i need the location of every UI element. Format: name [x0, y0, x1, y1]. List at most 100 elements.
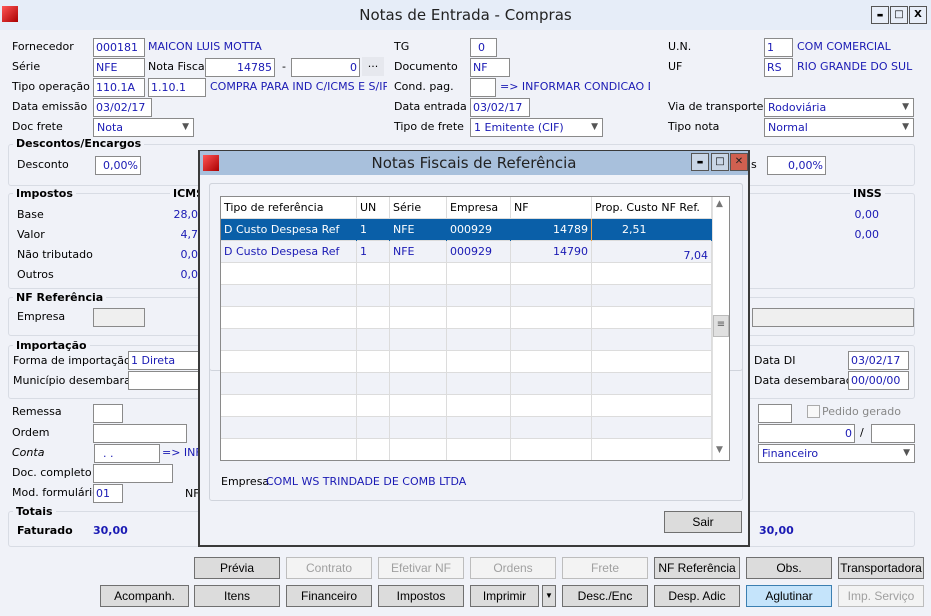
financeiro-select[interactable]: Financeiro ▼ — [758, 444, 915, 463]
un-input[interactable]: 1 — [764, 38, 793, 57]
conta-input[interactable]: . . — [94, 444, 160, 463]
col-prop-custo[interactable]: Prop. Custo NF Ref. — [592, 197, 712, 219]
ordem-input[interactable] — [93, 424, 187, 443]
col-nf[interactable]: NF — [511, 197, 592, 219]
data-di-input[interactable]: 03/02/17 — [848, 351, 909, 370]
uf-input[interactable]: RS — [764, 58, 793, 77]
cfop-input[interactable]: 1.10.1 — [148, 78, 206, 97]
tipo-operacao-input[interactable]: 110.1A — [93, 78, 145, 97]
frete-button[interactable]: Frete — [562, 557, 648, 579]
tipo-nota-select[interactable]: Normal ▼ — [764, 118, 914, 137]
data-entrada-input[interactable]: 03/02/17 — [470, 98, 530, 117]
dialog-title: Notas Fiscais de Referência — [371, 154, 577, 172]
table-row-empty[interactable] — [221, 263, 712, 285]
financeiro-button[interactable]: Financeiro — [286, 585, 372, 607]
cond-pag-input[interactable] — [470, 78, 496, 97]
nota-fiscal-input[interactable]: 14785 — [205, 58, 275, 77]
encargos-input[interactable]: 0,00% — [767, 156, 826, 175]
municipio-input[interactable] — [128, 371, 208, 390]
itens-button[interactable]: Itens — [194, 585, 280, 607]
totais-title: Totais — [13, 505, 56, 518]
col-empresa[interactable]: Empresa — [447, 197, 511, 219]
table-row-empty[interactable] — [221, 417, 712, 439]
cell-empty — [447, 417, 511, 439]
contrato-button[interactable]: Contrato — [286, 557, 372, 579]
mod-formulario-input[interactable]: 01 — [93, 484, 123, 503]
desc-enc-button[interactable]: Desc./Enc — [562, 585, 648, 607]
col-tipo-referencia[interactable]: Tipo de referência — [221, 197, 357, 219]
close-button[interactable]: X — [909, 6, 927, 24]
table-row-empty[interactable] — [221, 307, 712, 329]
cell-empty — [357, 307, 390, 329]
tg-input[interactable]: 0 — [470, 38, 497, 57]
table-row-empty[interactable] — [221, 351, 712, 373]
transportadora-button[interactable]: Transportadora — [838, 557, 924, 579]
ordens-button[interactable]: Ordens — [470, 557, 556, 579]
fornecedor-code-input[interactable]: 000181 — [93, 38, 145, 57]
cell-empty — [592, 285, 712, 307]
via-transporte-select[interactable]: Rodoviária ▼ — [764, 98, 914, 117]
scroll-up-icon[interactable]: ▲ — [716, 199, 723, 209]
cell-empty — [357, 439, 390, 460]
table-row-empty[interactable] — [221, 373, 712, 395]
cell-serie: NFE — [390, 219, 447, 241]
cell-empty — [511, 263, 592, 285]
table-row-empty[interactable] — [221, 395, 712, 417]
col-un[interactable]: UN — [357, 197, 390, 219]
aglutinar-button[interactable]: Aglutinar — [746, 585, 832, 607]
imprimir-button[interactable]: Imprimir — [470, 585, 539, 607]
cell-empty — [390, 351, 447, 373]
desconto-input[interactable]: 0,00% — [95, 156, 141, 175]
documento-input[interactable]: NF — [470, 58, 510, 77]
table-row[interactable]: D Custo Despesa Ref 1 NFE 000929 14790 7… — [221, 241, 712, 263]
minimize-button[interactable]: ▬ — [871, 6, 889, 24]
browse-button[interactable]: ... — [362, 57, 384, 76]
col-serie[interactable]: Série — [390, 197, 447, 219]
doc-completo-input[interactable] — [93, 464, 173, 483]
nf-referencia-button[interactable]: NF Referência — [654, 557, 740, 579]
serie-input[interactable]: NFE — [93, 58, 145, 77]
cell-empty — [221, 395, 357, 417]
impostos-button[interactable]: Impostos — [378, 585, 464, 607]
data-emissao-input[interactable]: 03/02/17 — [93, 98, 152, 117]
tipo-frete-select[interactable]: 1 Emitente (CIF) ▼ — [470, 118, 603, 137]
sair-button[interactable]: Sair — [664, 511, 742, 533]
maximize-button[interactable]: □ — [890, 6, 908, 24]
dialog-close-button[interactable]: ✕ — [730, 153, 748, 171]
table-row-empty[interactable] — [221, 285, 712, 307]
total-right-value: 30,00 — [759, 524, 794, 537]
pedido-input[interactable] — [758, 404, 792, 423]
acompanh-button[interactable]: Acompanh. — [100, 585, 189, 607]
efetivar-nf-button[interactable]: Efetivar NF — [378, 557, 464, 579]
faturado-value: 30,00 — [93, 524, 128, 537]
cell-empty — [447, 263, 511, 285]
cell-prop-custo-editing[interactable]: 2,51 — [592, 219, 712, 241]
previa-button[interactable]: Prévia — [194, 557, 280, 579]
scroll-down-icon[interactable]: ▼ — [716, 445, 723, 455]
doc-frete-select[interactable]: Nota ▼ — [93, 118, 194, 137]
pedido-gerado-checkbox[interactable] — [807, 405, 820, 418]
remessa-input[interactable] — [93, 404, 123, 423]
dialog-minimize-button[interactable]: ▬ — [691, 153, 709, 171]
dialog-title-bar: Notas Fiscais de Referência ▬ □ ✕ — [200, 151, 748, 175]
nota-seq-input[interactable]: 0 — [291, 58, 360, 77]
pedido-num-input[interactable]: 0 — [758, 424, 855, 443]
scroll-thumb[interactable]: ≡ — [713, 315, 729, 337]
cell-empty — [511, 439, 592, 460]
table-row[interactable]: D Custo Despesa Ref 1 NFE 000929 14789 2… — [221, 219, 712, 241]
grid-scrollbar[interactable]: ▲ ≡ ▼ — [712, 197, 729, 460]
dialog-maximize-button[interactable]: □ — [711, 153, 729, 171]
data-desembaraco-input[interactable]: 00/00/00 — [848, 371, 909, 390]
forma-importacao-input[interactable]: 1 Direta — [128, 351, 208, 370]
imprimir-dropdown-icon[interactable]: ▼ — [542, 585, 556, 607]
cell-prop-custo: 7,04 — [592, 241, 712, 263]
obs-button[interactable]: Obs. — [746, 557, 832, 579]
cell-empty — [511, 395, 592, 417]
imp-servico-button[interactable]: Imp. Serviço — [838, 585, 924, 607]
table-row-empty[interactable] — [221, 439, 712, 460]
uf-label: UF — [668, 60, 683, 73]
cell-nf: 14789 — [511, 219, 592, 241]
desp-adic-button[interactable]: Desp. Adic — [654, 585, 740, 607]
table-row-empty[interactable] — [221, 329, 712, 351]
pedido-seq-input[interactable] — [871, 424, 915, 443]
